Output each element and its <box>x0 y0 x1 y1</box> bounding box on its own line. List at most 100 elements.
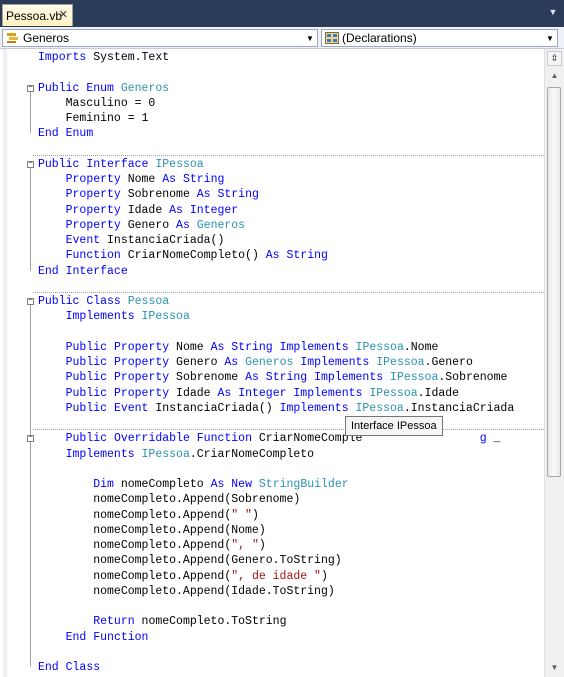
code-token: String <box>231 340 273 354</box>
code-line[interactable]: Implements IPessoa <box>38 309 190 324</box>
code-token: As <box>210 478 225 491</box>
member-combo[interactable]: (Declarations) ▼ <box>321 29 558 47</box>
code-token: Genero <box>120 218 177 232</box>
code-line[interactable]: nomeCompleto.Append(Idade.ToString) <box>38 584 335 599</box>
code-token: Property <box>65 173 121 186</box>
code-line[interactable]: Public Event InstanciaCriada() Implement… <box>38 401 515 416</box>
code-token: Idade <box>169 386 218 400</box>
code-line[interactable]: nomeCompleto.Append(Genero.ToString) <box>38 553 341 568</box>
code-line[interactable]: Public Property Sobrenome As String Impl… <box>38 370 508 385</box>
code-line[interactable]: nomeCompleto.Append(", de idade ") <box>38 569 328 584</box>
code-line[interactable]: nomeCompleto.Append(" ") <box>38 508 259 523</box>
close-icon[interactable]: ✕ <box>59 8 68 21</box>
scroll-up-icon[interactable]: ▲ <box>547 69 562 83</box>
code-line[interactable]: Public Interface IPessoa <box>38 157 204 172</box>
vertical-scrollbar[interactable]: ⇳ ▲ ▼ <box>544 49 564 677</box>
procedure-separator <box>33 154 544 156</box>
code-line[interactable]: Property Idade As Integer <box>38 203 239 218</box>
code-token: Public <box>65 371 108 385</box>
chevron-down-icon[interactable]: ▼ <box>543 30 557 46</box>
code-token: Enum <box>65 127 94 141</box>
code-token: As <box>196 188 211 202</box>
code-line[interactable]: Property Sobrenome As String <box>38 187 259 202</box>
code-line[interactable]: End Interface <box>38 264 128 279</box>
code-line[interactable]: Implements IPessoa.CriarNomeCompleto <box>38 447 314 462</box>
code-token: CriarNomeCompleto() <box>120 249 266 263</box>
code-token: Implements <box>279 340 349 354</box>
code-token: As <box>217 386 232 400</box>
code-line[interactable]: nomeCompleto.Append(", ") <box>38 538 266 553</box>
code-line[interactable]: Feminino = 1 <box>38 111 149 126</box>
code-token: IPessoa <box>390 371 439 385</box>
code-line[interactable]: Event InstanciaCriada() <box>38 233 225 248</box>
code-line[interactable]: nomeCompleto.Append(Nome) <box>38 523 266 538</box>
code-token: .CriarNomeCompleto <box>189 447 315 461</box>
code-line[interactable]: Return nomeCompleto.ToString <box>38 614 286 629</box>
code-token: Property <box>113 340 170 354</box>
collapse-icon[interactable]: − <box>27 435 34 443</box>
code-area[interactable]: Imports System.Text Public Enum Generos M… <box>0 49 544 677</box>
scroll-down-icon[interactable]: ▼ <box>547 661 562 675</box>
code-line[interactable]: Property Genero As Generos <box>38 218 245 233</box>
code-line[interactable]: Property Nome As String <box>38 172 225 187</box>
code-token: IPessoa <box>155 157 204 171</box>
collapse-icon[interactable]: − <box>27 160 34 168</box>
code-token: ) <box>251 508 259 522</box>
code-token: Implements <box>293 386 363 400</box>
code-token: Event <box>65 234 101 247</box>
collapse-icon[interactable]: − <box>27 84 34 92</box>
code-token: Class <box>86 295 121 308</box>
code-token: .InstanciaCriada <box>403 401 515 415</box>
code-line[interactable]: Dim nomeCompleto As New StringBuilder <box>38 477 349 492</box>
code-token: nomeCompleto.Append(Nome) <box>38 523 266 537</box>
code-token: Generos <box>196 218 246 232</box>
code-line[interactable]: Public Property Idade As Integer Impleme… <box>38 386 459 401</box>
splitter-handle-icon[interactable]: ⇳ <box>547 51 562 66</box>
code-line[interactable]: Public Property Genero As Generos Implem… <box>38 355 473 370</box>
code-token: As <box>162 173 177 186</box>
code-token: Public <box>65 340 108 354</box>
collapse-icon[interactable]: − <box>27 298 34 305</box>
type-combo[interactable]: Generos ▼ <box>2 29 318 47</box>
tab-pessoa-vb[interactable]: Pessoa.vb ✕ <box>2 4 73 26</box>
code-token: " " <box>231 508 252 522</box>
scroll-thumb[interactable] <box>547 87 561 477</box>
code-line[interactable]: End Enum <box>38 126 93 141</box>
code-line[interactable]: Function CriarNomeCompleto() As String <box>38 248 328 263</box>
code-token: Sobrenome <box>169 371 246 385</box>
code-token: Public <box>65 386 108 400</box>
code-token: Nome <box>120 173 163 186</box>
outline-guide <box>30 167 31 271</box>
code-token: Nome <box>169 340 211 354</box>
code-line[interactable]: Imports System.Text <box>38 50 169 65</box>
code-token: StringBuilder <box>258 478 349 491</box>
code-editor[interactable]: Imports System.Text Public Enum Generos M… <box>0 49 564 677</box>
code-token: nomeCompleto.Append( <box>38 569 232 583</box>
chevron-down-icon[interactable]: ▼ <box>303 30 317 46</box>
code-line[interactable]: End Function <box>38 630 149 645</box>
code-token: End <box>65 630 87 644</box>
chevron-down-icon[interactable]: ▼ <box>546 5 560 19</box>
code-line[interactable]: Public Property Nome As String Implement… <box>38 340 439 355</box>
code-token: nomeCompleto.Append(Sobrenome) <box>38 493 301 507</box>
code-line[interactable]: Public Class Pessoa <box>38 294 169 309</box>
code-line[interactable]: End Class <box>38 660 100 675</box>
code-line[interactable]: Masculino = 0 <box>38 96 156 111</box>
code-token: Interface <box>86 157 149 171</box>
quickinfo-tooltip: Interface IPessoa <box>345 416 443 436</box>
code-line[interactable]: nomeCompleto.Append(Sobrenome) <box>38 492 300 507</box>
code-token: Generos <box>120 81 170 95</box>
code-line[interactable]: Public Enum Generos <box>38 81 169 96</box>
